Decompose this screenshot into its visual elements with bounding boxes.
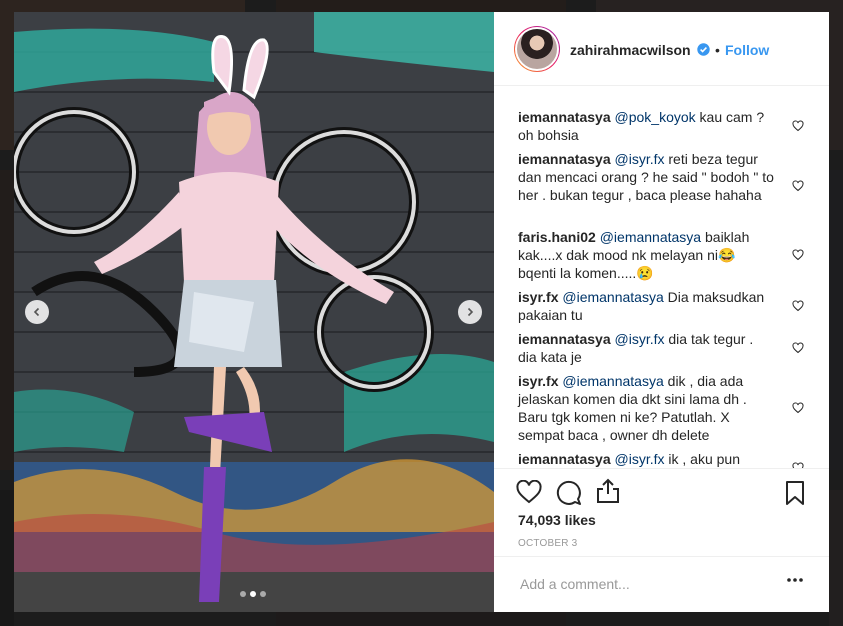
comment-like-heart-icon[interactable] <box>792 342 804 354</box>
comment-mention[interactable]: @pok_koyok <box>615 109 696 125</box>
carousel-dot <box>240 591 246 597</box>
carousel-prev-button[interactable] <box>25 300 49 324</box>
post-actions <box>494 468 829 505</box>
header-separator: • <box>715 42 720 58</box>
comment-username[interactable]: iemannatasya <box>518 109 611 125</box>
post-photo[interactable] <box>14 12 494 612</box>
carousel-next-button[interactable] <box>458 300 482 324</box>
comment-item: faris.hani02 @iemannatasya baiklah kak..… <box>518 228 774 282</box>
verified-badge-icon <box>697 43 710 56</box>
carousel-dot <box>260 591 266 597</box>
add-comment-bar <box>494 556 829 612</box>
comment-item: iemannatasya @isyr.fx dia tak tegur . di… <box>518 330 774 366</box>
like-count[interactable]: 74,093 likes <box>518 512 596 528</box>
comment-like-heart-icon[interactable] <box>792 300 804 312</box>
comment-input[interactable] <box>518 575 772 593</box>
comment-mention[interactable]: @isyr.fx <box>615 151 665 167</box>
post-modal: zahirahmacwilson • Follow iemannatasya @… <box>14 12 829 612</box>
post-author-username[interactable]: zahirahmacwilson <box>570 42 691 58</box>
heart-icon[interactable] <box>516 480 542 504</box>
carousel-indicator <box>240 591 266 597</box>
bookmark-icon[interactable] <box>785 480 805 506</box>
post-header: zahirahmacwilson • Follow <box>494 12 829 86</box>
chevron-right-icon <box>467 307 474 317</box>
comment-mention[interactable]: @iemannatasya <box>562 373 663 389</box>
comment-item: isyr.fx @iemannatasya dik , dia ada jela… <box>518 372 774 444</box>
share-icon[interactable] <box>596 478 620 504</box>
comment-username[interactable]: iemannatasya <box>518 151 611 167</box>
comment-item: iemannatasya @isyr.fx reti beza tegur da… <box>518 150 774 204</box>
comment-mention[interactable]: @isyr.fx <box>615 451 665 467</box>
follow-button[interactable]: Follow <box>725 42 769 58</box>
post-side-panel: zahirahmacwilson • Follow iemannatasya @… <box>494 12 829 612</box>
comment-like-heart-icon[interactable] <box>792 249 804 261</box>
post-date[interactable]: OCTOBER 3 <box>518 538 577 549</box>
comment-username[interactable]: iemannatasya <box>518 331 611 347</box>
comment-like-heart-icon[interactable] <box>792 120 804 132</box>
comment-item: iemannatasya @isyr.fx ik , aku pun cakap… <box>518 450 774 468</box>
chevron-left-icon <box>33 307 40 317</box>
comment-item: iemannatasya @pok_koyok kau cam ? oh boh… <box>518 108 774 144</box>
comment-username[interactable]: iemannatasya <box>518 451 611 467</box>
carousel-dot-active <box>250 591 256 597</box>
post-image <box>14 12 494 612</box>
more-dots-icon[interactable] <box>786 577 804 583</box>
comment-mention[interactable]: @iemannatasya <box>562 289 663 305</box>
comment-mention[interactable]: @iemannatasya <box>600 229 701 245</box>
comment-username[interactable]: isyr.fx <box>518 289 558 305</box>
comment-bubble-icon[interactable] <box>556 480 582 506</box>
comments-list[interactable]: iemannatasya @pok_koyok kau cam ? oh boh… <box>494 86 829 468</box>
comment-username[interactable]: isyr.fx <box>518 373 558 389</box>
avatar-image <box>515 27 559 71</box>
avatar[interactable] <box>514 26 560 72</box>
comment-like-heart-icon[interactable] <box>792 402 804 414</box>
comment-item: isyr.fx @iemannatasya Dia maksudkan paka… <box>518 288 774 324</box>
comment-username[interactable]: faris.hani02 <box>518 229 596 245</box>
comment-like-heart-icon[interactable] <box>792 180 804 192</box>
comment-mention[interactable]: @isyr.fx <box>615 331 665 347</box>
